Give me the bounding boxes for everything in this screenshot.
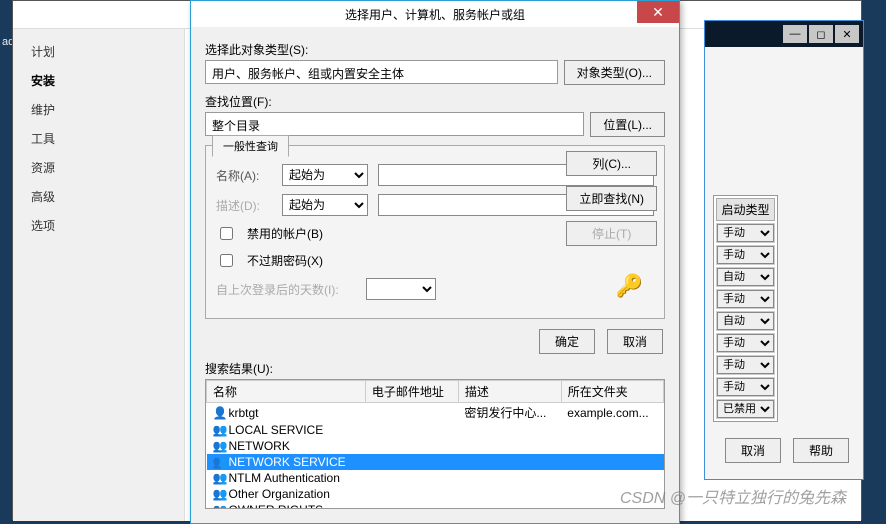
nonexpiring-password-checkbox[interactable] [220, 254, 233, 267]
startup-type-table: 启动类型 手动手动自动手动自动手动手动手动已禁用 [713, 195, 778, 422]
principal-icon: 👥 [213, 455, 227, 469]
location-label: 查找位置(F): [205, 93, 665, 110]
search-results-grid[interactable]: 名称电子邮件地址描述所在文件夹 👤krbtgt密钥发行中心...example.… [205, 379, 665, 509]
sidebar-item[interactable]: 工具 [13, 124, 184, 153]
cancel-button[interactable]: 取消 [607, 329, 663, 354]
services-config-window: — ◻ ✕ 启动类型 手动手动自动手动自动手动手动手动已禁用 取消 帮助 [704, 20, 864, 480]
nonexpiring-password-label: 不过期密码(X) [247, 252, 323, 269]
help-button[interactable]: 帮助 [793, 438, 849, 463]
close-button[interactable]: ✕ [835, 25, 859, 43]
object-picker-dialog: 选择用户、计算机、服务帐户或组 ✕ 选择此对象类型(S): 用户、服务帐户、组或… [190, 0, 680, 524]
startup-type-select[interactable]: 手动 [717, 334, 774, 352]
name-match-combo[interactable]: 起始为 [282, 164, 368, 186]
columns-button[interactable]: 列(C)... [566, 151, 657, 176]
principal-icon: 👥 [213, 487, 227, 501]
startup-type-select[interactable]: 手动 [717, 290, 774, 308]
tab-common-query[interactable]: 一般性查询 [212, 135, 289, 157]
minimize-button[interactable]: — [783, 25, 807, 43]
startup-type-header: 启动类型 [716, 198, 775, 221]
stop-button: 停止(T) [566, 221, 657, 246]
result-row[interactable]: 👥LOCAL SERVICE [207, 422, 664, 438]
locations-button[interactable]: 位置(L)... [590, 112, 665, 137]
sidebar-item[interactable]: 安装 [13, 66, 184, 95]
object-type-value: 用户、服务帐户、组或内置安全主体 [205, 60, 558, 84]
maximize-button[interactable]: ◻ [809, 25, 833, 43]
dialog-title: 选择用户、计算机、服务帐户或组 [345, 6, 525, 23]
principal-icon: 👥 [213, 503, 227, 509]
startup-type-select[interactable]: 已禁用 [717, 400, 774, 418]
startup-type-select[interactable]: 手动 [717, 378, 774, 396]
result-row[interactable]: 👤krbtgt密钥发行中心...example.com... [207, 403, 664, 423]
principal-icon: 👥 [213, 423, 227, 437]
disabled-accounts-label: 禁用的帐户(B) [247, 225, 323, 242]
result-row[interactable]: 👥Other Organization [207, 486, 664, 502]
days-since-combo[interactable] [366, 278, 436, 300]
close-icon[interactable]: ✕ [637, 1, 679, 23]
result-row[interactable]: 👥NETWORK [207, 438, 664, 454]
sidebar-item[interactable]: 选项 [13, 211, 184, 240]
results-column-header[interactable]: 描述 [458, 381, 561, 403]
result-row[interactable]: 👥NETWORK SERVICE [207, 454, 664, 470]
results-column-header[interactable]: 电子邮件地址 [365, 381, 458, 403]
desc-match-combo[interactable]: 起始为 [282, 194, 368, 216]
principal-icon: 👤 [213, 406, 227, 420]
days-since-label: 自上次登录后的天数(I): [216, 281, 356, 298]
installer-sidebar: 计划安装维护工具资源高级选项 [13, 29, 185, 521]
startup-type-select[interactable]: 自动 [717, 312, 774, 330]
disabled-accounts-checkbox[interactable] [220, 227, 233, 240]
cancel-button[interactable]: 取消 [725, 438, 781, 463]
startup-type-select[interactable]: 手动 [717, 224, 774, 242]
key-icon: 🔑 [616, 273, 643, 299]
sidebar-item[interactable]: 高级 [13, 182, 184, 211]
principal-icon: 👥 [213, 471, 227, 485]
desc-label: 描述(D): [216, 197, 272, 214]
startup-type-select[interactable]: 手动 [717, 246, 774, 264]
results-column-header[interactable]: 所在文件夹 [561, 381, 663, 403]
name-label: 名称(A): [216, 167, 272, 184]
sidebar-item[interactable]: 维护 [13, 95, 184, 124]
dialog-titlebar: 选择用户、计算机、服务帐户或组 ✕ [191, 1, 679, 27]
startup-type-select[interactable]: 自动 [717, 268, 774, 286]
sidebar-item[interactable]: 资源 [13, 153, 184, 182]
object-type-label: 选择此对象类型(S): [205, 41, 665, 58]
object-types-button[interactable]: 对象类型(O)... [564, 60, 665, 85]
result-row[interactable]: 👥OWNER RIGHTS [207, 502, 664, 509]
principal-icon: 👥 [213, 439, 227, 453]
find-now-button[interactable]: 立即查找(N) [566, 186, 657, 211]
results-column-header[interactable]: 名称 [207, 381, 366, 403]
ok-button[interactable]: 确定 [539, 329, 595, 354]
results-label: 搜索结果(U): [205, 360, 665, 377]
sidebar-item[interactable]: 计划 [13, 37, 184, 66]
startup-type-select[interactable]: 手动 [717, 356, 774, 374]
result-row[interactable]: 👥NTLM Authentication [207, 470, 664, 486]
services-titlebar: — ◻ ✕ [705, 21, 863, 47]
location-value: 整个目录 [205, 112, 584, 136]
